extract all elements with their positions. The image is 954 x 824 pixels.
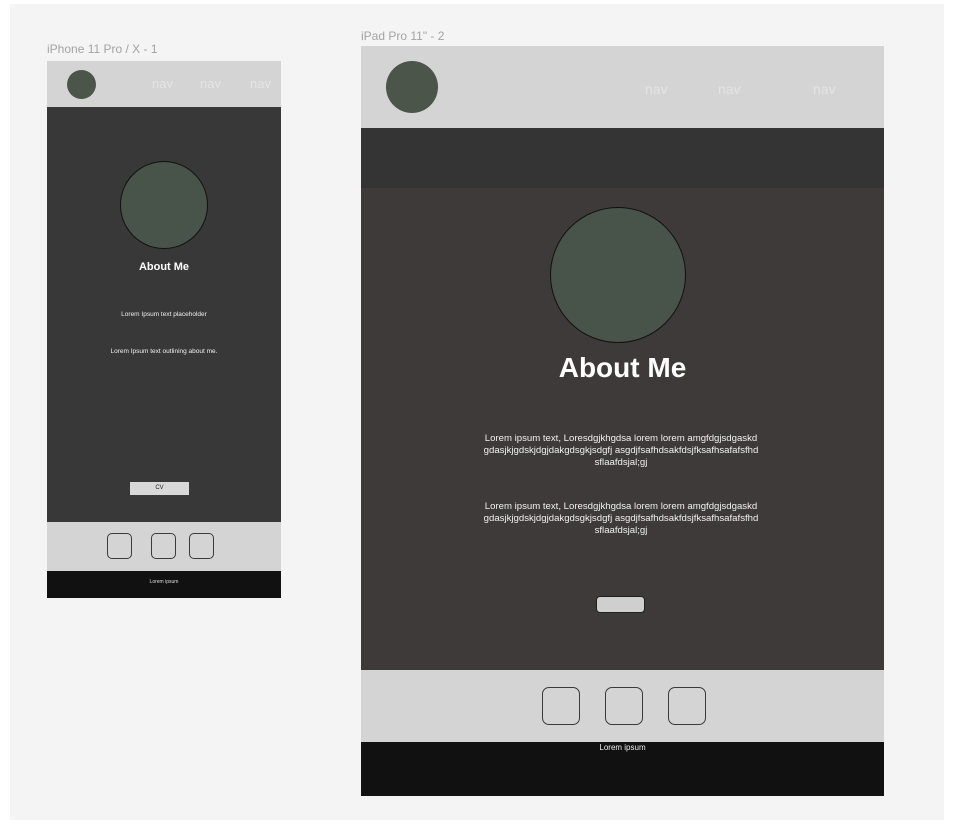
tablet-social-bar [361,670,884,742]
tablet-button[interactable] [596,596,645,613]
phone-footer: Lorem ipsum [47,571,281,598]
tablet-header: nav nav nav [361,46,884,128]
tablet-footer-text: Lorem ipsum [599,743,646,752]
tablet-nav-link-3[interactable]: nav [813,81,836,97]
tablet-nav-link-2[interactable]: nav [718,81,741,97]
phone-title: About Me [138,261,190,273]
tablet-logo[interactable] [386,61,438,113]
phone-frame[interactable]: nav nav nav About Me Lorem Ipsum text pl… [47,61,281,598]
tablet-footer: Lorem ipsum [361,742,884,796]
phone-text-1: Lorem Ipsum text placeholder [121,311,207,318]
tablet-paragraph-1: Lorem ipsum text, Loresdgjkhgdsa lorem l… [483,433,759,468]
phone-social-icon-3[interactable] [189,533,214,559]
phone-nav-link-3[interactable]: nav [250,76,271,91]
phone-frame-label[interactable]: iPhone 11 Pro / X - 1 [47,42,158,56]
design-canvas: iPhone 11 Pro / X - 1 nav nav nav About … [10,4,944,820]
phone-social-icon-1[interactable] [107,533,132,559]
tablet-avatar [550,207,686,343]
tablet-social-icon-3[interactable] [668,687,706,725]
tablet-paragraph-2: Lorem ipsum text, Loresdgjkhgdsa lorem l… [483,501,759,536]
tablet-frame[interactable]: nav nav nav About Me Lorem ipsum text, L… [361,46,884,796]
phone-header: nav nav nav [47,61,281,107]
phone-social-bar [47,522,281,571]
tablet-frame-label[interactable]: iPad Pro 11" - 2 [361,29,444,43]
tablet-title: About Me [558,352,687,383]
tablet-nav-link-1[interactable]: nav [645,81,668,97]
tablet-banner [361,128,884,188]
cv-button[interactable]: CV [130,482,189,495]
phone-nav-link-2[interactable]: nav [200,76,221,91]
phone-logo[interactable] [67,70,96,99]
phone-social-icon-2[interactable] [151,533,176,559]
phone-footer-text: Lorem ipsum [149,579,179,585]
phone-avatar [120,161,208,249]
tablet-social-icon-2[interactable] [605,687,643,725]
phone-nav-link-1[interactable]: nav [152,76,173,91]
tablet-social-icon-1[interactable] [542,687,580,725]
phone-text-2: Lorem Ipsum text outlining about me. [110,348,218,355]
